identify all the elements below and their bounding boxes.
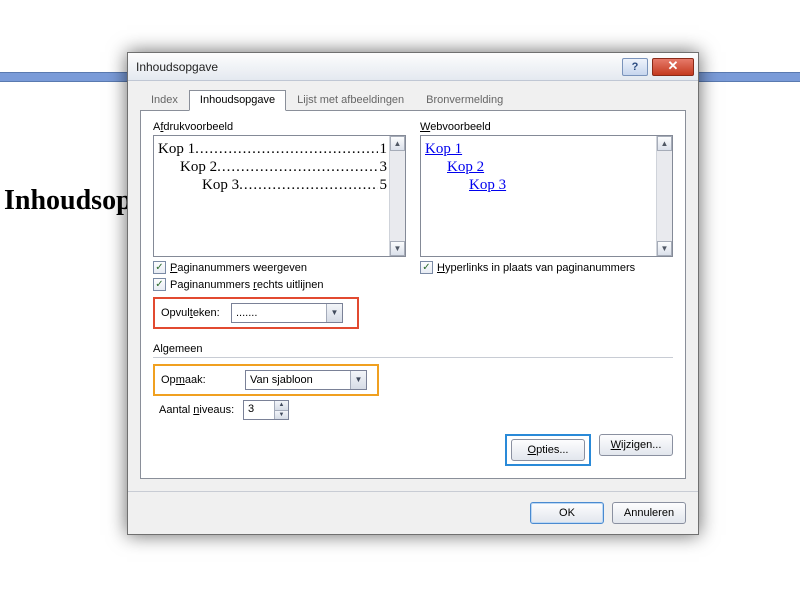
chevron-down-icon[interactable]: ▼: [350, 371, 366, 389]
levels-spinner[interactable]: 3 ▲ ▼: [243, 400, 289, 420]
toc-leader: ........................................…: [195, 140, 377, 158]
toc-title: Kop 1: [158, 140, 195, 158]
tab-figures[interactable]: Lijst met afbeeldingen: [286, 90, 415, 111]
checkmark-icon: ✓: [153, 261, 166, 274]
toc-page: 3: [378, 158, 388, 176]
toc-row: Kop 1 ..................................…: [158, 140, 387, 158]
fill-char-combo[interactable]: ....... ▼: [231, 303, 343, 323]
checkbox-show-page-numbers[interactable]: ✓ Paginanummers weergeven: [153, 261, 406, 274]
toc-row: Kop 3 ..................................…: [158, 176, 387, 194]
dialog-footer: OK Annuleren: [128, 491, 698, 534]
scrollbar[interactable]: ▲ ▼: [656, 136, 672, 256]
toc-page: 1: [378, 140, 388, 158]
dialog-title: Inhoudsopgave: [136, 60, 622, 74]
checkbox-hyperlinks[interactable]: ✓ Hyperlinks in plaats van paginanummers: [420, 261, 673, 274]
tab-bibliography[interactable]: Bronvermelding: [415, 90, 514, 111]
spin-down-icon[interactable]: ▼: [275, 410, 288, 420]
tab-content: Afdrukvoorbeeld Kop 1 ..................…: [140, 111, 686, 479]
format-value: Van sjabloon: [246, 371, 350, 389]
fill-char-value: .......: [232, 304, 326, 322]
web-preview-box: Kop 1 Kop 2 Kop 3 ▲ ▼: [420, 135, 673, 257]
cancel-button[interactable]: Annuleren: [612, 502, 686, 524]
web-link[interactable]: Kop 2: [425, 158, 654, 176]
toc-leader: ........................................…: [217, 158, 377, 176]
format-label: Opmaak:: [161, 374, 239, 386]
tab-toc[interactable]: Inhoudsopgave: [189, 90, 286, 111]
general-group-label: Algemeen: [153, 343, 673, 355]
scroll-up-icon[interactable]: ▲: [657, 136, 672, 151]
background-heading: Inhoudsop: [4, 185, 132, 217]
close-button[interactable]: ✕: [652, 58, 694, 76]
modify-button[interactable]: Wijzigen...: [599, 434, 673, 456]
options-button[interactable]: OOpties...pties...: [511, 439, 585, 461]
print-preview-label: Afdrukvoorbeeld: [153, 121, 406, 133]
checkbox-right-align-numbers[interactable]: ✓ Paginanummers rechts uitlijnen: [153, 278, 406, 291]
scroll-up-icon[interactable]: ▲: [390, 136, 405, 151]
scrollbar[interactable]: ▲ ▼: [389, 136, 405, 256]
tab-index[interactable]: Index: [140, 90, 189, 111]
tab-strip: Index Inhoudsopgave Lijst met afbeelding…: [140, 89, 686, 111]
toc-title: Kop 3: [202, 176, 239, 194]
toc-page: 5: [378, 176, 388, 194]
checkmark-icon: ✓: [420, 261, 433, 274]
help-button[interactable]: ?: [622, 58, 648, 76]
titlebar[interactable]: Inhoudsopgave ? ✕: [128, 53, 698, 81]
levels-value: 3: [244, 401, 274, 419]
spin-up-icon[interactable]: ▲: [275, 401, 288, 410]
toc-row: Kop 2 ..................................…: [158, 158, 387, 176]
scroll-down-icon[interactable]: ▼: [657, 241, 672, 256]
highlight-options: OOpties...pties...: [505, 434, 591, 466]
checkmark-icon: ✓: [153, 278, 166, 291]
web-preview-label: Webvoorbeeld: [420, 121, 673, 133]
ok-button[interactable]: OK: [530, 502, 604, 524]
scroll-down-icon[interactable]: ▼: [390, 241, 405, 256]
toc-dialog: Inhoudsopgave ? ✕ Index Inhoudsopgave Li…: [127, 52, 699, 535]
chevron-down-icon[interactable]: ▼: [326, 304, 342, 322]
print-preview-box: Kop 1 ..................................…: [153, 135, 406, 257]
web-link[interactable]: Kop 3: [425, 176, 654, 194]
levels-label: Aantal niveaus:: [159, 404, 237, 416]
toc-leader: ........................................…: [239, 176, 377, 194]
toc-title: Kop 2: [180, 158, 217, 176]
highlight-fill-char: Opvulteken: ....... ▼: [153, 297, 359, 329]
divider: [153, 357, 673, 358]
highlight-format: Opmaak: Van sjabloon ▼: [153, 364, 379, 396]
fill-char-label: Opvulteken:: [161, 307, 225, 319]
web-link[interactable]: Kop 1: [425, 140, 654, 158]
format-combo[interactable]: Van sjabloon ▼: [245, 370, 367, 390]
